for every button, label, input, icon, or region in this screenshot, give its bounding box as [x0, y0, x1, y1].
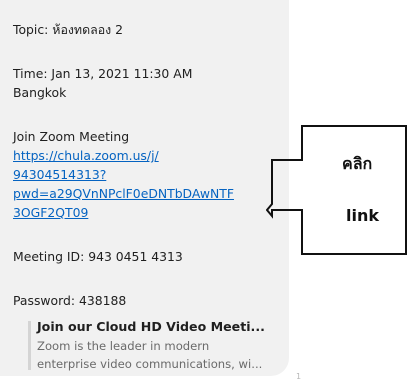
timezone-text: Bangkok: [13, 85, 67, 100]
join-meeting-label: Join Zoom Meeting: [13, 129, 130, 144]
zoom-link-line-3[interactable]: pwd=a29QVnNPclF0eDNTbDAwNTF: [13, 184, 234, 203]
zoom-link-line-2[interactable]: 94304514313?: [13, 165, 106, 184]
zoom-link-line-1[interactable]: https://chula.zoom.us/j/: [13, 146, 159, 165]
zoom-link-line-4[interactable]: 3OGF2QT09: [13, 203, 88, 222]
link-preview-bar: [28, 321, 31, 370]
link-preview-desc-1: Zoom is the leader in modern: [37, 339, 210, 353]
link-preview-desc-2: enterprise video communications, wi...: [37, 357, 263, 371]
link-preview-title[interactable]: Join our Cloud HD Video Meeti...: [37, 318, 265, 336]
callout-text-1: คลิก: [342, 154, 373, 173]
topic-text: Topic: ห้องทดลอง 2: [13, 22, 124, 37]
seen-indicator: 1: [296, 372, 302, 381]
meeting-id-text: Meeting ID: 943 0451 4313: [13, 249, 183, 264]
time-text: Time: Jan 13, 2021 11:30 AM: [13, 66, 193, 81]
callout-text-2: link: [346, 206, 379, 225]
callout-arrow-icon: [265, 125, 407, 255]
callout-box: คลิก link: [265, 120, 416, 264]
password-text: Password: 438188: [13, 293, 127, 308]
